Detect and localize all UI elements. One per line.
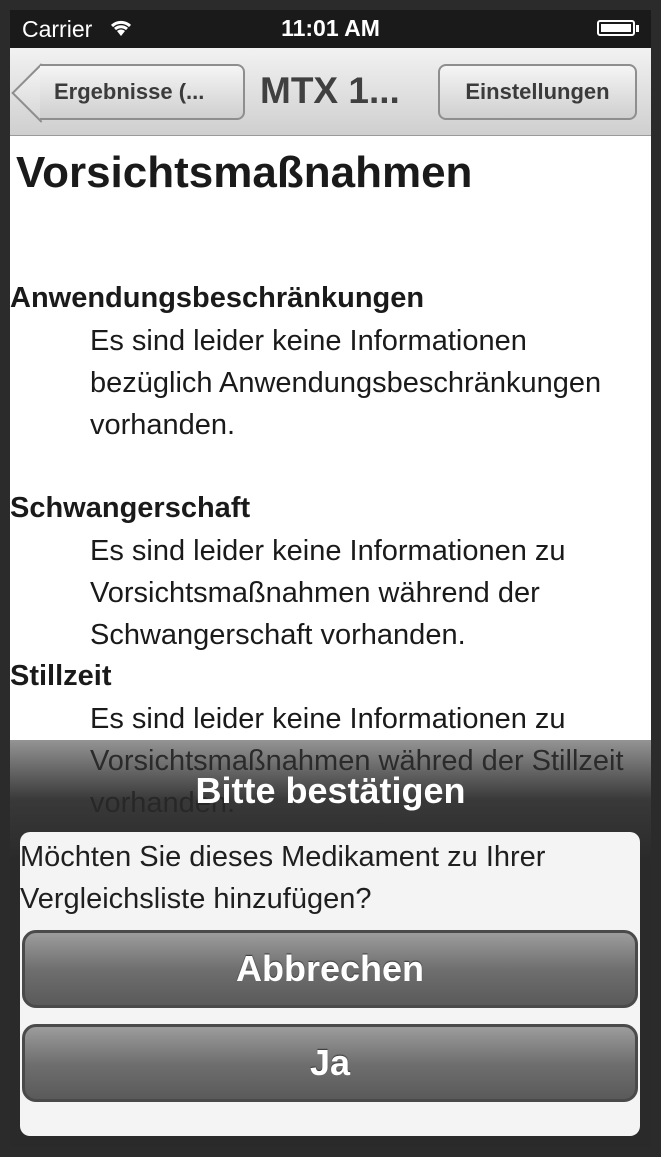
action-sheet-message: Möchten Sie dieses Medikament zu Ihrer V… (20, 841, 546, 915)
status-bar: Carrier 11:01 AM (10, 10, 651, 48)
section-heading-stillzeit: Stillzeit (10, 660, 112, 692)
cancel-button[interactable]: Abbrechen (22, 930, 638, 1008)
section-body-anwendungsbeschraenkungen: Es sind leider keine Informationen bezüg… (90, 325, 602, 441)
page-title: Vorsichtsmaßnahmen (16, 148, 473, 197)
navigation-bar: Ergebnisse (... MTX 1... Einstellungen (10, 48, 651, 136)
confirm-button[interactable]: Ja (22, 1024, 638, 1102)
nav-title: MTX 1... (260, 70, 400, 111)
clock: 11:01 AM (281, 15, 380, 41)
battery-icon (597, 20, 639, 36)
back-button[interactable]: Ergebnisse (... (40, 64, 245, 120)
section-body-schwangerschaft: Es sind leider keine Informationen zu Vo… (90, 535, 566, 651)
action-sheet-title: Bitte bestätigen (195, 770, 466, 811)
action-sheet: Möchten Sie dieses Medikament zu Ihrer V… (20, 832, 640, 1136)
settings-button[interactable]: Einstellungen (438, 64, 637, 120)
section-heading-schwangerschaft: Schwangerschaft (10, 492, 251, 524)
section-heading-anwendungsbeschraenkungen: Anwendungsbeschränkungen (10, 282, 425, 314)
back-button-area: Ergebnisse (... (10, 48, 270, 136)
